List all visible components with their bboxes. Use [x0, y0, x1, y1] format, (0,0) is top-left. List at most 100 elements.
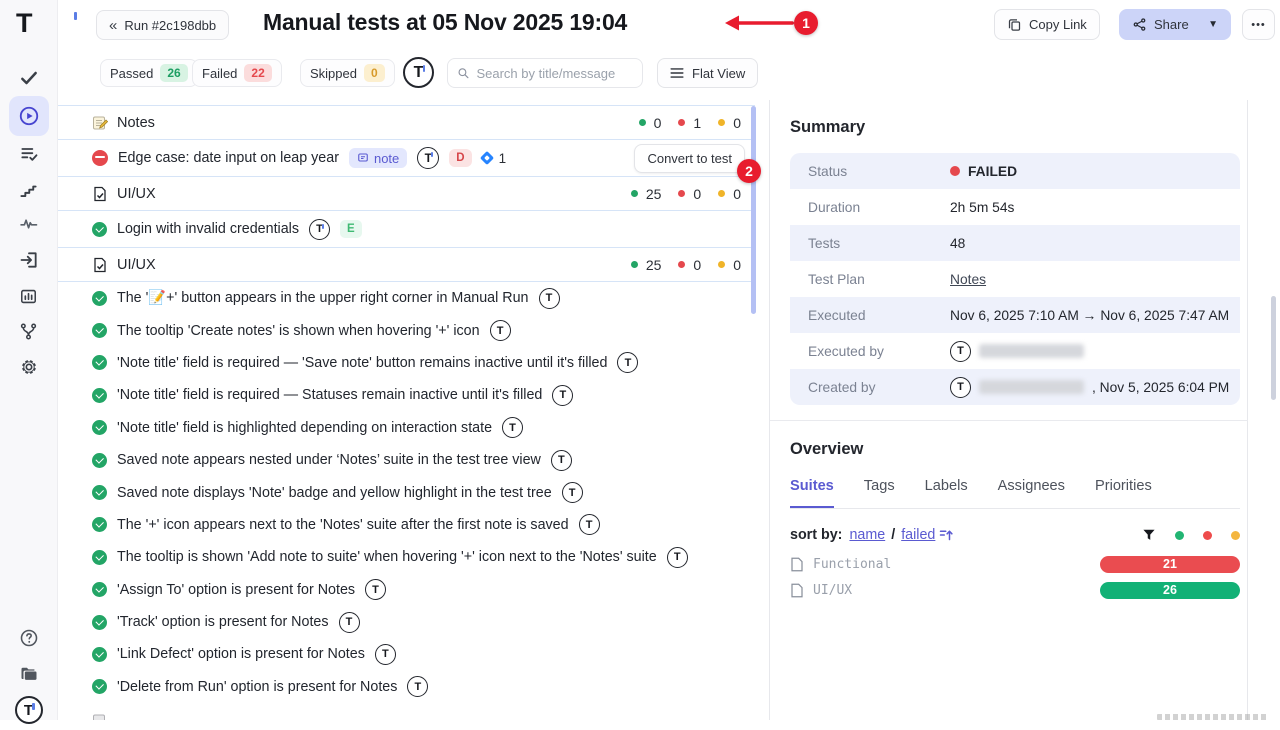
test-row-login[interactable]: Login with invalid credentials T E	[58, 211, 755, 247]
tab-labels[interactable]: Labels	[925, 478, 968, 508]
duration-value: 2h 5m 54s	[950, 200, 1014, 215]
sidebar-item-runs[interactable]	[9, 96, 49, 136]
test-plan-link[interactable]: Notes	[950, 272, 986, 287]
filter-failed-chip[interactable]: Failed 22	[192, 59, 282, 87]
sort-name-link[interactable]: name	[849, 527, 885, 543]
help-icon	[19, 628, 39, 648]
window-scrollbar-thumb[interactable]	[1271, 296, 1276, 400]
overview-suite-row-uiux[interactable]: UI/UX 26	[790, 578, 1240, 602]
summary-row-tests: Tests 48	[790, 225, 1240, 261]
test-row[interactable]: 'Assign To' option is present for NotesT	[58, 574, 755, 606]
passed-status-icon	[92, 582, 107, 597]
suite-failed-count: 0	[693, 186, 701, 202]
app-logo[interactable]: T	[16, 10, 73, 37]
test-row-clipped[interactable]	[58, 705, 755, 720]
avatar-t-icon: T	[950, 341, 971, 362]
filter-skipped-chip[interactable]: Skipped 0	[300, 59, 395, 87]
passed-bar[interactable]: 26	[1100, 582, 1240, 599]
test-label: The tooltip 'Create notes' is shown when…	[117, 323, 480, 339]
test-row[interactable]: 'Note title' field is required — 'Save n…	[58, 347, 755, 379]
test-row[interactable]: The tooltip is shown 'Add note to suite'…	[58, 541, 755, 573]
avatar-t-icon: T	[365, 579, 386, 600]
flat-view-label: Flat View	[692, 66, 745, 81]
suite-passed-count: 0	[654, 115, 662, 131]
pulse-icon	[19, 214, 39, 234]
tab-tags[interactable]: Tags	[864, 478, 895, 508]
convert-to-test-button[interactable]: Convert to test	[634, 144, 745, 173]
avatar-t-icon: T	[579, 514, 600, 535]
flat-view-button[interactable]: Flat View	[657, 58, 758, 88]
copy-link-button[interactable]: Copy Link	[994, 9, 1100, 40]
sidebar-item-settings[interactable]	[9, 347, 49, 387]
back-button-label: Run #2c198dbb	[124, 18, 216, 33]
branch-icon	[19, 322, 38, 341]
suite-label: UI/UX	[117, 186, 156, 202]
filter-passed-chip[interactable]: Passed 26	[100, 59, 198, 87]
test-row[interactable]: 'Note title' field is highlighted depend…	[58, 412, 755, 444]
tree-scrollbar-thumb[interactable]	[751, 106, 756, 314]
avatar-t-icon: T	[551, 450, 572, 471]
created-date: , Nov 5, 2025 6:04 PM	[1092, 380, 1229, 395]
sidebar-item-pulse[interactable]	[9, 204, 49, 244]
share-icon	[1132, 17, 1147, 32]
summary-row-executed: Executed Nov 6, 2025 7:10 AM → Nov 6, 20…	[790, 297, 1240, 333]
redacted-username	[979, 344, 1084, 358]
annotation-arrow-1	[722, 12, 796, 34]
back-to-run-button[interactable]: « Run #2c198dbb	[96, 10, 229, 40]
suite-failed-count: 1	[693, 115, 701, 131]
failed-bar[interactable]: 21	[1100, 556, 1240, 573]
overview-suite-row-functional[interactable]: Functional 21	[790, 552, 1240, 576]
tab-priorities[interactable]: Priorities	[1095, 478, 1152, 508]
overview-title: Overview	[790, 440, 863, 459]
test-row[interactable]: The '📝+' button appears in the upper rig…	[58, 282, 755, 314]
test-row[interactable]: 'Note title' field is required — Statuse…	[58, 379, 755, 411]
passed-status-icon	[92, 388, 107, 403]
search-input[interactable]	[476, 66, 633, 81]
sort-failed-link[interactable]: failed	[901, 527, 935, 543]
legend-failed-dot[interactable]	[1203, 531, 1212, 540]
tab-suites[interactable]: Suites	[790, 478, 834, 508]
assignee-avatar[interactable]: T	[403, 57, 434, 88]
avatar-t-icon: T	[375, 644, 396, 665]
sidebar-item-plans[interactable]	[9, 134, 49, 174]
suite-row-uiux-1[interactable]: UI/UX 25 0 0	[58, 176, 755, 211]
row-label: Executed by	[808, 344, 950, 359]
test-row[interactable]: 'Delete from Run' option is present for …	[58, 671, 755, 703]
document-check-icon	[92, 257, 108, 273]
notes-suite-icon	[92, 713, 108, 720]
sidebar-item-branches[interactable]	[9, 311, 49, 351]
sidebar-item-help[interactable]	[9, 618, 49, 658]
failed-status-icon	[92, 150, 108, 166]
test-row[interactable]: 'Track' option is present for NotesT	[58, 606, 755, 638]
search-input-wrapper	[447, 58, 643, 88]
legend-passed-dot[interactable]	[1175, 531, 1184, 540]
test-row[interactable]: Saved note displays 'Note' badge and yel…	[58, 476, 755, 508]
test-row[interactable]: Saved note appears nested under ‘Notes’ …	[58, 444, 755, 476]
note-row-edge-case[interactable]: Edge case: date input on leap year note …	[58, 140, 755, 176]
section-divider	[770, 420, 1248, 421]
test-row[interactable]: 'Link Defect' option is present for Note…	[58, 638, 755, 670]
test-label: 'Delete from Run' option is present for …	[117, 679, 397, 695]
skipped-dot-icon	[718, 119, 725, 126]
test-row[interactable]: The tooltip 'Create notes' is shown when…	[58, 314, 755, 346]
document-icon	[790, 583, 804, 598]
more-actions-button[interactable]: •••	[1242, 9, 1275, 40]
sidebar-item-analytics[interactable]	[9, 276, 49, 316]
sidebar-item-tests[interactable]	[9, 58, 49, 98]
sidebar-item-docs[interactable]	[9, 654, 49, 694]
app-sidebar: T T	[0, 0, 58, 720]
legend-skipped-dot[interactable]	[1231, 531, 1240, 540]
profile-avatar[interactable]: T	[9, 690, 49, 730]
passed-dot-icon	[631, 261, 638, 268]
sidebar-item-import[interactable]	[9, 240, 49, 280]
failed-label: Failed	[202, 66, 237, 81]
suite-row-notes[interactable]: Notes 0 1 0	[58, 105, 755, 140]
filter-funnel-icon[interactable]	[1142, 528, 1156, 542]
suite-row-uiux-2[interactable]: UI/UX 25 0 0	[58, 247, 755, 282]
test-row[interactable]: The '+' icon appears next to the 'Notes'…	[58, 509, 755, 541]
passed-status-icon	[92, 550, 107, 565]
avatar-t-icon: T	[407, 676, 428, 697]
share-button[interactable]: Share ▼	[1119, 9, 1231, 40]
avatar-t-icon: T	[490, 320, 511, 341]
tab-assignees[interactable]: Assignees	[998, 478, 1065, 508]
